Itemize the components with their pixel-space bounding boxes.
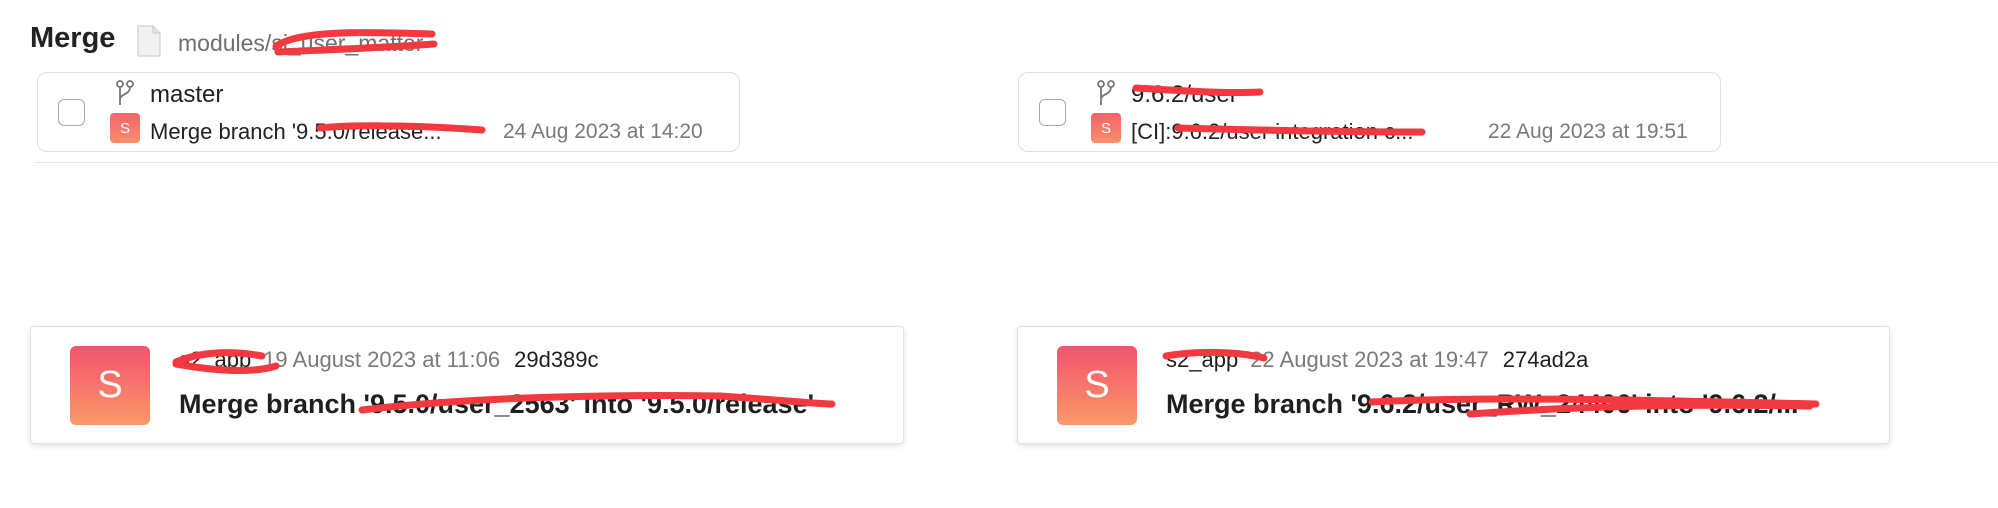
commit-meta: s2_app 19 August 2023 at 11:06 29d389c bbox=[179, 347, 599, 373]
git-branch-icon bbox=[116, 80, 134, 105]
commit-subject: Merge branch '9.6.2/user_RW_24406' into … bbox=[1166, 389, 1799, 419]
avatar: S bbox=[70, 346, 150, 425]
commit-message: [CI]:9.6.2/user integration c... bbox=[1131, 119, 1414, 144]
branch-card-user[interactable]: 9.6.2/user S [CI]:9.6.2/user integration… bbox=[1018, 72, 1721, 152]
commit-date: 22 August 2023 at 19:47 bbox=[1250, 347, 1489, 372]
commit-meta: s2_app 22 August 2023 at 19:47 274ad2a bbox=[1166, 347, 1588, 373]
commit-author: s2_app bbox=[179, 347, 252, 372]
avatar: S bbox=[1091, 113, 1121, 143]
commit-date: 19 August 2023 at 11:06 bbox=[263, 347, 501, 372]
page-title: Merge bbox=[30, 22, 116, 54]
file-icon bbox=[137, 25, 161, 57]
avatar: S bbox=[110, 113, 140, 143]
commit-card[interactable]: S s2_app 22 August 2023 at 19:47 274ad2a M… bbox=[1017, 326, 1890, 444]
commit-message: Merge branch '9.5.0/release... bbox=[150, 119, 442, 144]
commit-date: 22 Aug 2023 at 19:51 bbox=[1488, 120, 1688, 143]
commit-author: s2_app bbox=[1166, 347, 1239, 372]
branch-name: 9.6.2/user bbox=[1131, 81, 1238, 108]
commit-hash[interactable]: 29d389c bbox=[514, 347, 598, 372]
commit-card[interactable]: S s2_app 19 August 2023 at 11:06 29d389c M… bbox=[30, 326, 904, 444]
commit-subject: Merge branch '9.5.0/user_2563' into '9.5… bbox=[179, 389, 815, 419]
file-path: modules/si_user_matter bbox=[178, 30, 424, 56]
branch-name: master bbox=[150, 81, 224, 108]
avatar: S bbox=[1057, 346, 1137, 425]
commit-date: 24 Aug 2023 at 14:20 bbox=[503, 120, 703, 143]
git-branch-icon bbox=[1097, 80, 1115, 105]
commit-hash[interactable]: 274ad2a bbox=[1503, 347, 1589, 372]
branch-card-master[interactable]: master S Merge branch '9.5.0/release... … bbox=[37, 72, 740, 152]
branch-checkbox[interactable] bbox=[58, 99, 85, 126]
branch-checkbox[interactable] bbox=[1039, 99, 1066, 126]
divider bbox=[34, 162, 1998, 163]
